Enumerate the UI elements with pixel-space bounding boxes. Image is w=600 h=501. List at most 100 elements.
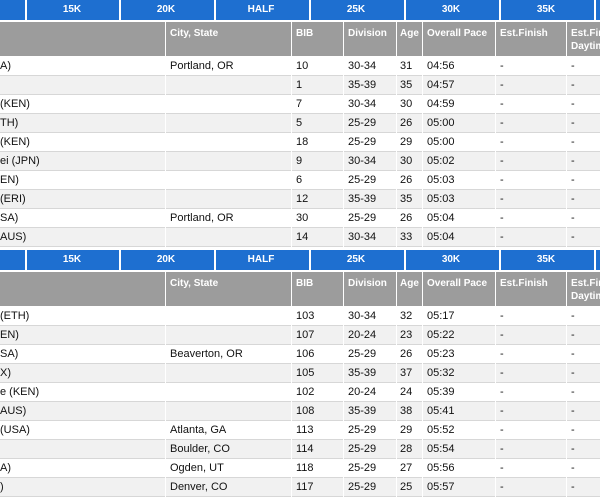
tab-half[interactable]: HALF [221, 0, 301, 20]
column-separator [495, 228, 496, 247]
cell-bib: 114 [296, 443, 314, 455]
cell-bib: 9 [296, 155, 303, 167]
table-row[interactable]: (KEN) 18 25-29 29 05:00 - - [0, 133, 600, 152]
table-row[interactable]: EN) 6 25-29 26 05:03 - - [0, 171, 600, 190]
cell-est-finish: - [500, 405, 504, 417]
tab-half[interactable]: HALF [221, 250, 301, 270]
table-row[interactable]: (ETH) 103 30-34 32 05:17 - - [0, 307, 600, 326]
cell-name: AUS) [0, 405, 27, 417]
header-bib[interactable]: BIB [296, 22, 313, 56]
cell-est-finish: - [500, 117, 504, 129]
column-separator [343, 171, 344, 190]
header-age[interactable]: Age [400, 272, 419, 306]
column-separator [291, 364, 292, 383]
header-overall-pace[interactable]: Overall Pace [427, 22, 487, 56]
cell-est-daytime: - [571, 424, 575, 436]
column-separator [165, 114, 166, 133]
column-separator [422, 345, 423, 364]
column-separator [422, 57, 423, 76]
column-separator [291, 152, 292, 171]
column-separator [495, 76, 496, 95]
column-separator [396, 326, 397, 345]
cell-city [170, 152, 290, 170]
tab-20k[interactable]: 20K [126, 0, 206, 20]
cell-city: Boulder, CO [170, 443, 230, 455]
cell-est-daytime: - [571, 136, 575, 148]
header-division[interactable]: Division [348, 272, 387, 306]
column-separator [422, 152, 423, 171]
tab-15k[interactable]: 15K [32, 250, 112, 270]
header-age[interactable]: Age [400, 22, 419, 56]
cell-est-finish: - [500, 212, 504, 224]
table-row[interactable]: (ERI) 12 35-39 35 05:03 - - [0, 190, 600, 209]
tab-25k[interactable]: 25K [316, 0, 396, 20]
header-est-finish[interactable]: Est.Finish [500, 22, 548, 56]
column-separator [495, 190, 496, 209]
cell-bib: 106 [296, 348, 315, 360]
table-row[interactable]: A) Ogden, UT 118 25-29 27 05:56 - - [0, 459, 600, 478]
column-separator [396, 190, 397, 209]
header-division[interactable]: Division [348, 22, 387, 56]
column-separator [566, 190, 567, 209]
tab-30k[interactable]: 30K [411, 0, 491, 20]
header-overall-pace[interactable]: Overall Pace [427, 272, 487, 306]
table-row[interactable]: EN) 107 20-24 23 05:22 - - [0, 326, 600, 345]
column-separator [566, 326, 567, 345]
cell-city [170, 326, 290, 344]
column-separator [396, 383, 397, 402]
table-row[interactable]: X) 105 35-39 37 05:32 - - [0, 364, 600, 383]
header-est-daytime[interactable]: Est.Finish Daytime [571, 22, 600, 56]
table-row[interactable]: AUS) 108 35-39 38 05:41 - - [0, 402, 600, 421]
header-est-finish[interactable]: Est.Finish [500, 272, 548, 306]
header-bib[interactable]: BIB [296, 272, 313, 306]
cell-est-daytime: - [571, 212, 575, 224]
table-row[interactable]: Boulder, CO 114 25-29 28 05:54 - - [0, 440, 600, 459]
tab-35k[interactable]: 35K [506, 250, 586, 270]
table-row[interactable]: SA) Portland, OR 30 25-29 26 05:04 - - [0, 209, 600, 228]
table-row[interactable]: 1 35-39 35 04:57 - - [0, 76, 600, 95]
header-separator [422, 272, 423, 306]
table-row[interactable]: ei (JPN) 9 30-34 30 05:02 - - [0, 152, 600, 171]
cell-age: 26 [400, 348, 413, 360]
column-separator [422, 421, 423, 440]
header-est-daytime[interactable]: Est.Finish Daytime [571, 272, 600, 306]
header-city[interactable]: City, State [170, 22, 218, 56]
column-separator [343, 383, 344, 402]
table-row[interactable]: (USA) Atlanta, GA 113 25-29 29 05:52 - - [0, 421, 600, 440]
cell-est-daytime: - [571, 348, 575, 360]
cell-city [170, 95, 290, 113]
table-row[interactable]: e (KEN) 102 20-24 24 05:39 - - [0, 383, 600, 402]
header-separator [291, 272, 292, 306]
table-row[interactable]: SA) Beaverton, OR 106 25-29 26 05:23 - - [0, 345, 600, 364]
cell-est-finish: - [500, 98, 504, 110]
tab-separator [119, 0, 121, 20]
cell-age: 30 [400, 98, 413, 110]
table-row[interactable]: AUS) 14 30-34 33 05:04 - - [0, 228, 600, 247]
cell-age: 23 [400, 329, 413, 341]
cell-bib: 5 [296, 117, 303, 129]
cell-overall-pace: 04:56 [427, 60, 455, 72]
cell-est-finish: - [500, 155, 504, 167]
cell-overall-pace: 05:03 [427, 174, 455, 186]
column-separator [566, 402, 567, 421]
cell-city: Portland, OR [170, 212, 234, 224]
column-separator [495, 133, 496, 152]
cell-city: Beaverton, OR [170, 348, 243, 360]
tab-30k[interactable]: 30K [411, 250, 491, 270]
column-separator [422, 402, 423, 421]
table-row[interactable]: A) Portland, OR 10 30-34 31 04:56 - - [0, 57, 600, 76]
column-separator [343, 152, 344, 171]
column-separator [566, 478, 567, 497]
cell-bib: 30 [296, 212, 309, 224]
cell-overall-pace: 05:23 [427, 348, 455, 360]
column-separator [291, 478, 292, 497]
table-row[interactable]: TH) 5 25-29 26 05:00 - - [0, 114, 600, 133]
table-row[interactable]: ) Denver, CO 117 25-29 25 05:57 - - [0, 478, 600, 497]
table-row[interactable]: (KEN) 7 30-34 30 04:59 - - [0, 95, 600, 114]
header-city[interactable]: City, State [170, 272, 218, 306]
tab-20k[interactable]: 20K [126, 250, 206, 270]
tab-25k[interactable]: 25K [316, 250, 396, 270]
tab-15k[interactable]: 15K [32, 0, 112, 20]
column-separator [343, 459, 344, 478]
tab-35k[interactable]: 35K [506, 0, 586, 20]
